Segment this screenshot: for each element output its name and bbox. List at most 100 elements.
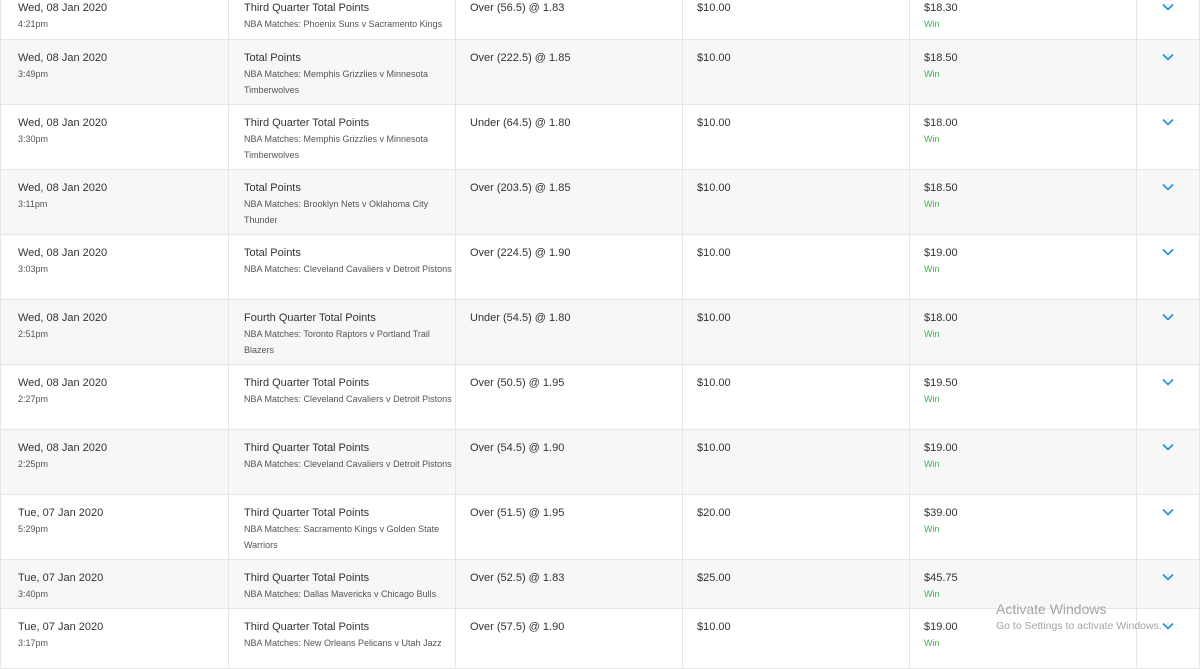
bet-selection: Over (56.5) @ 1.83 bbox=[470, 2, 565, 14]
expand-button[interactable] bbox=[1137, 365, 1200, 429]
bet-stake: $10.00 bbox=[697, 621, 731, 633]
bet-date: Tue, 07 Jan 2020 bbox=[18, 507, 104, 519]
selection-cell: Over (56.5) @ 1.83 bbox=[456, 0, 683, 39]
expand-button[interactable] bbox=[1137, 300, 1200, 364]
expand-button[interactable] bbox=[1137, 235, 1200, 299]
selection-cell: Over (50.5) @ 1.95 bbox=[456, 365, 683, 429]
expand-button[interactable] bbox=[1137, 495, 1200, 559]
bet-market: Total Points bbox=[244, 182, 301, 194]
bet-return: $18.50 bbox=[924, 182, 958, 194]
bet-event: NBA Matches: Memphis Grizzlies v Minneso… bbox=[244, 69, 429, 95]
return-cell: $18.50 Win bbox=[910, 170, 1137, 234]
date-cell: Wed, 08 Jan 2020 3:03pm bbox=[0, 235, 229, 299]
bet-result: Win bbox=[924, 329, 940, 339]
return-cell: $19.00 Win bbox=[910, 609, 1137, 668]
return-cell: $18.50 Win bbox=[910, 40, 1137, 104]
bet-market: Third Quarter Total Points bbox=[244, 507, 370, 519]
table-row[interactable]: Wed, 08 Jan 2020 3:11pm Total Points NBA… bbox=[0, 170, 1200, 235]
bet-return: $18.50 bbox=[924, 52, 958, 64]
bet-event: NBA Matches: Brooklyn Nets v Oklahoma Ci… bbox=[244, 199, 429, 225]
bet-selection: Over (51.5) @ 1.95 bbox=[470, 507, 565, 519]
bet-market: Third Quarter Total Points bbox=[244, 442, 370, 454]
expand-button[interactable] bbox=[1137, 105, 1200, 169]
stake-cell: $10.00 bbox=[683, 0, 910, 39]
bet-time: 3:30pm bbox=[18, 134, 49, 144]
chevron-down-icon[interactable] bbox=[1162, 183, 1174, 191]
bet-result: Win bbox=[924, 524, 940, 534]
date-cell: Wed, 08 Jan 2020 3:11pm bbox=[0, 170, 229, 234]
date-cell: Wed, 08 Jan 2020 3:30pm bbox=[0, 105, 229, 169]
market-cell: Total Points NBA Matches: Cleveland Cava… bbox=[229, 235, 456, 299]
bet-event: NBA Matches: Toronto Raptors v Portland … bbox=[244, 329, 430, 355]
bet-event: NBA Matches: New Orleans Pelicans v Utah… bbox=[244, 638, 442, 648]
expand-button[interactable] bbox=[1137, 40, 1200, 104]
chevron-down-icon[interactable] bbox=[1162, 53, 1174, 61]
bet-event: NBA Matches: Cleveland Cavaliers v Detro… bbox=[244, 459, 452, 469]
table-row[interactable]: Tue, 07 Jan 2020 5:29pm Third Quarter To… bbox=[0, 495, 1200, 560]
bet-market: Third Quarter Total Points bbox=[244, 377, 370, 389]
return-cell: $19.50 Win bbox=[910, 365, 1137, 429]
table-row[interactable]: Wed, 08 Jan 2020 3:03pm Total Points NBA… bbox=[0, 235, 1200, 300]
bet-time: 3:17pm bbox=[18, 638, 49, 648]
bet-date: Wed, 08 Jan 2020 bbox=[18, 52, 108, 64]
table-row[interactable]: Wed, 08 Jan 2020 2:25pm Third Quarter To… bbox=[0, 430, 1200, 495]
table-row[interactable]: Wed, 08 Jan 2020 4:21pm Third Quarter To… bbox=[0, 0, 1200, 40]
bet-date: Wed, 08 Jan 2020 bbox=[18, 377, 108, 389]
chevron-down-icon[interactable] bbox=[1162, 443, 1174, 451]
chevron-down-icon[interactable] bbox=[1162, 622, 1174, 630]
bet-result: Win bbox=[924, 394, 940, 404]
market-cell: Third Quarter Total Points NBA Matches: … bbox=[229, 495, 456, 559]
chevron-down-icon[interactable] bbox=[1162, 378, 1174, 386]
bet-time: 2:27pm bbox=[18, 394, 49, 404]
chevron-down-icon[interactable] bbox=[1162, 313, 1174, 321]
bet-stake: $25.00 bbox=[697, 572, 731, 584]
date-cell: Tue, 07 Jan 2020 3:40pm bbox=[0, 560, 229, 608]
table-row[interactable]: Wed, 08 Jan 2020 3:49pm Total Points NBA… bbox=[0, 40, 1200, 105]
selection-cell: Over (224.5) @ 1.90 bbox=[456, 235, 683, 299]
market-cell: Third Quarter Total Points NBA Matches: … bbox=[229, 609, 456, 668]
bet-stake: $10.00 bbox=[697, 377, 731, 389]
bet-date: Wed, 08 Jan 2020 bbox=[18, 2, 108, 14]
table-row[interactable]: Tue, 07 Jan 2020 3:17pm Third Quarter To… bbox=[0, 609, 1200, 669]
stake-cell: $10.00 bbox=[683, 365, 910, 429]
bet-date: Wed, 08 Jan 2020 bbox=[18, 312, 108, 324]
bet-event: NBA Matches: Sacramento Kings v Golden S… bbox=[244, 524, 440, 550]
date-cell: Wed, 08 Jan 2020 2:27pm bbox=[0, 365, 229, 429]
chevron-down-icon[interactable] bbox=[1162, 508, 1174, 516]
table-row[interactable]: Wed, 08 Jan 2020 3:30pm Third Quarter To… bbox=[0, 105, 1200, 170]
bet-date: Wed, 08 Jan 2020 bbox=[18, 182, 108, 194]
expand-button[interactable] bbox=[1137, 560, 1200, 608]
bet-time: 4:21pm bbox=[18, 19, 49, 29]
bet-return: $45.75 bbox=[924, 572, 958, 584]
bet-stake: $10.00 bbox=[697, 52, 731, 64]
chevron-down-icon[interactable] bbox=[1162, 118, 1174, 126]
bet-result: Win bbox=[924, 134, 940, 144]
expand-button[interactable] bbox=[1137, 0, 1200, 39]
market-cell: Third Quarter Total Points NBA Matches: … bbox=[229, 560, 456, 608]
date-cell: Wed, 08 Jan 2020 2:25pm bbox=[0, 430, 229, 494]
expand-button[interactable] bbox=[1137, 609, 1200, 668]
chevron-down-icon[interactable] bbox=[1162, 573, 1174, 581]
expand-button[interactable] bbox=[1137, 170, 1200, 234]
bet-date: Wed, 08 Jan 2020 bbox=[18, 117, 108, 129]
bet-result: Win bbox=[924, 638, 940, 648]
bet-stake: $10.00 bbox=[697, 247, 731, 259]
bet-return: $19.00 bbox=[924, 247, 958, 259]
date-cell: Tue, 07 Jan 2020 3:17pm bbox=[0, 609, 229, 668]
chevron-down-icon[interactable] bbox=[1162, 3, 1174, 11]
market-cell: Third Quarter Total Points NBA Matches: … bbox=[229, 430, 456, 494]
table-row[interactable]: Wed, 08 Jan 2020 2:27pm Third Quarter To… bbox=[0, 365, 1200, 430]
table-row[interactable]: Wed, 08 Jan 2020 2:51pm Fourth Quarter T… bbox=[0, 300, 1200, 365]
bet-result: Win bbox=[924, 459, 940, 469]
table-row[interactable]: Tue, 07 Jan 2020 3:40pm Third Quarter To… bbox=[0, 560, 1200, 609]
bet-return: $19.00 bbox=[924, 621, 958, 633]
stake-cell: $10.00 bbox=[683, 170, 910, 234]
expand-button[interactable] bbox=[1137, 430, 1200, 494]
date-cell: Wed, 08 Jan 2020 2:51pm bbox=[0, 300, 229, 364]
bet-time: 3:11pm bbox=[18, 199, 48, 209]
bet-event: NBA Matches: Cleveland Cavaliers v Detro… bbox=[244, 264, 452, 274]
chevron-down-icon[interactable] bbox=[1162, 248, 1174, 256]
selection-cell: Under (64.5) @ 1.80 bbox=[456, 105, 683, 169]
bet-event: NBA Matches: Cleveland Cavaliers v Detro… bbox=[244, 394, 452, 404]
selection-cell: Over (57.5) @ 1.90 bbox=[456, 609, 683, 668]
